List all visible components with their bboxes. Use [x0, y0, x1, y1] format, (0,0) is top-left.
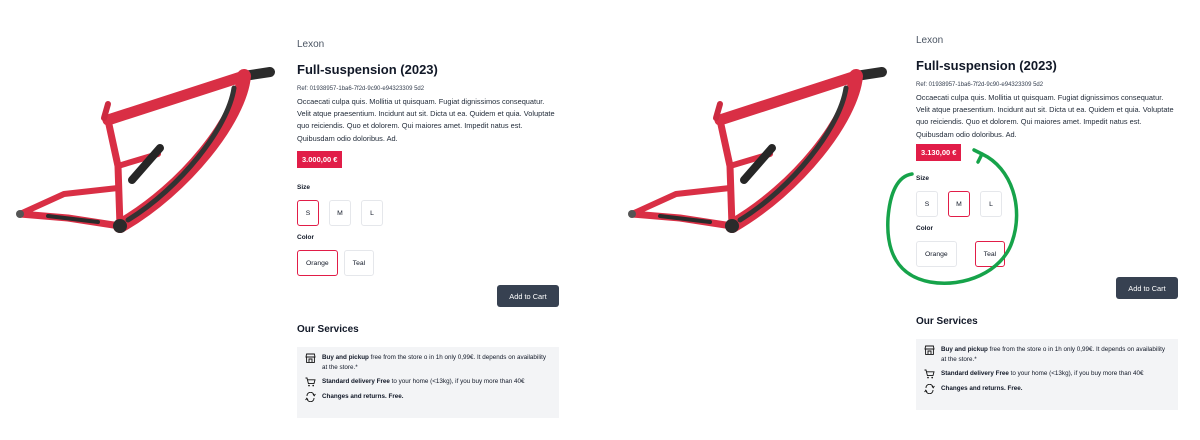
- service-bold: Standard delivery Free: [941, 370, 1009, 378]
- service-bold: Buy and pickup: [322, 354, 369, 361]
- size-option-m[interactable]: M: [948, 191, 970, 217]
- service-bold: Changes and returns. Free.: [941, 385, 1023, 393]
- services-box: Buy and pickup free from the store o in …: [297, 347, 559, 418]
- product-ref: Ref: 01938957-1ba6-7f2d-9c90-e94323309 5…: [916, 82, 1044, 88]
- color-options: Orange Teal: [297, 250, 559, 276]
- color-option-orange[interactable]: Orange: [297, 250, 338, 276]
- color-label: Color: [297, 234, 314, 241]
- svg-text:LEXON: LEXON: [684, 210, 705, 216]
- product-info: Lexon Full-suspension (2023) Ref: 019389…: [297, 38, 559, 418]
- product-ref: Ref: 01938957-1ba6-7f2d-9c90-e94323309 5…: [297, 86, 425, 92]
- returns-icon: [924, 384, 935, 395]
- service-item-pickup: Buy and pickup free from the store o in …: [305, 353, 551, 372]
- price-badge: 3.130,00 €: [916, 144, 962, 161]
- size-label: Size: [916, 175, 930, 182]
- bike-frame-image: LEXON: [628, 67, 887, 233]
- color-option-orange[interactable]: Orange: [916, 241, 957, 267]
- color-option-teal[interactable]: Teal: [974, 241, 1006, 267]
- store-icon: [305, 353, 316, 363]
- price-badge: 3.000,00 €: [297, 151, 343, 168]
- size-options: S M L: [297, 200, 559, 226]
- product-brand: Lexon: [297, 39, 325, 50]
- service-item-pickup: Buy and pickup free from the store o in …: [924, 345, 1170, 364]
- cart-icon: [305, 377, 316, 387]
- size-option-l[interactable]: L: [361, 200, 383, 226]
- size-option-s[interactable]: S: [297, 200, 319, 226]
- cart-icon: [924, 369, 935, 379]
- returns-icon: [305, 392, 316, 403]
- service-item-returns: Changes and returns. Free.: [924, 384, 1170, 395]
- bike-frame-image: LEXON: [16, 67, 275, 233]
- store-icon: [924, 345, 935, 355]
- services-title: Our Services: [297, 324, 359, 335]
- size-label: Size: [297, 184, 311, 191]
- color-options: Orange Teal: [916, 241, 1178, 267]
- product-info: Lexon Full-suspension (2023) Ref: 019389…: [916, 34, 1178, 410]
- size-options: S M L: [916, 191, 1178, 217]
- service-item-delivery: Standard delivery Free to your home (<13…: [305, 377, 551, 387]
- service-item-returns: Changes and returns. Free.: [305, 392, 551, 403]
- service-text: to your home (<13kg), if you buy more th…: [1008, 370, 1144, 378]
- add-to-cart-button[interactable]: Add to Cart: [1116, 277, 1178, 299]
- color-option-teal[interactable]: Teal: [343, 250, 375, 276]
- color-label: Color: [916, 225, 933, 232]
- product-view-after: LEXON Lexon Full-suspension (2023) Ref: …: [612, 0, 1200, 440]
- product-description: Occaecati culpa quis. Mollitia ut quisqu…: [297, 97, 555, 143]
- service-bold: Standard delivery Free: [322, 378, 390, 386]
- product-view-before: LEXON Lexon Full-suspension (2023) Ref: …: [0, 0, 590, 440]
- add-to-cart-button[interactable]: Add to Cart: [497, 285, 559, 307]
- size-option-m[interactable]: M: [329, 200, 351, 226]
- service-bold: Buy and pickup: [941, 346, 988, 353]
- services-box: Buy and pickup free from the store o in …: [916, 339, 1178, 410]
- product-title: Full-suspension (2023): [916, 58, 1057, 73]
- service-item-delivery: Standard delivery Free to your home (<13…: [924, 369, 1170, 379]
- services-title: Our Services: [916, 316, 978, 327]
- service-bold: Changes and returns. Free.: [322, 393, 404, 401]
- product-description: Occaecati culpa quis. Mollitia ut quisqu…: [916, 93, 1174, 139]
- service-text: to your home (<13kg), if you buy more th…: [389, 378, 525, 386]
- product-title: Full-suspension (2023): [297, 62, 438, 77]
- product-brand: Lexon: [916, 35, 944, 46]
- svg-text:LEXON: LEXON: [72, 210, 93, 216]
- size-option-l[interactable]: L: [980, 191, 1002, 217]
- size-option-s[interactable]: S: [916, 191, 938, 217]
